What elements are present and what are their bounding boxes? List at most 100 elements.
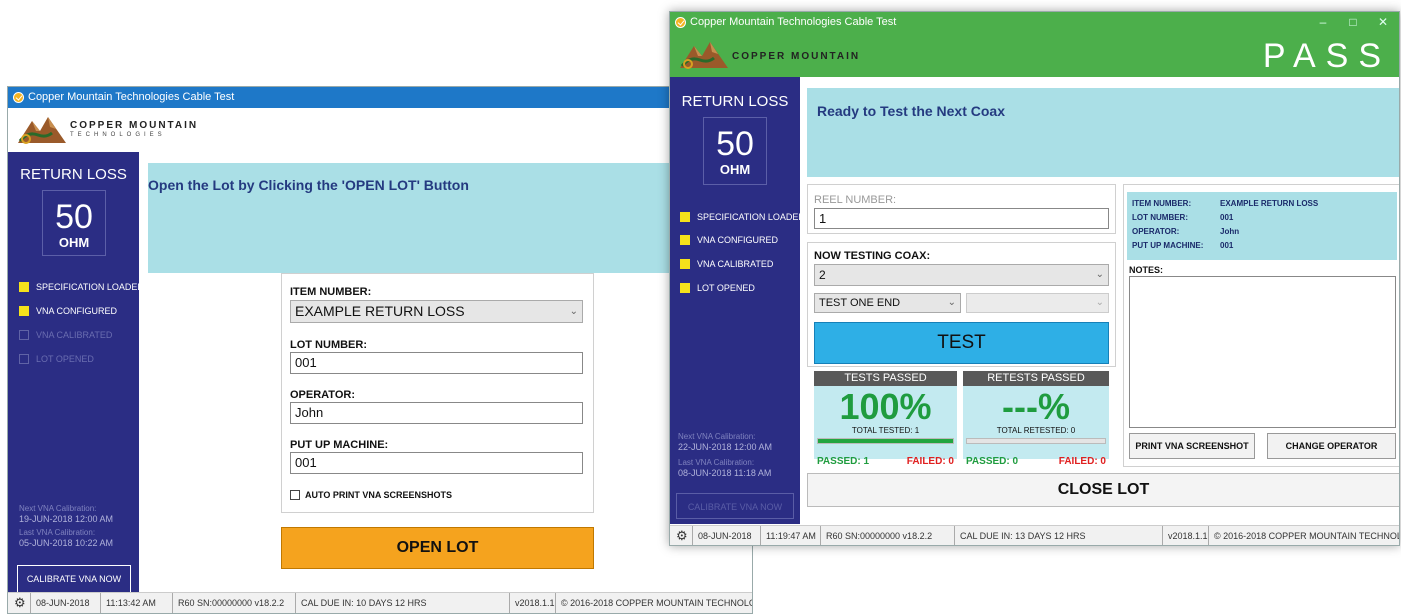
tests-passed-header: TESTS PASSED bbox=[814, 371, 957, 386]
chevron-down-icon[interactable]: ⌄ bbox=[1096, 265, 1104, 285]
reel-number-label: REEL NUMBER: bbox=[814, 194, 897, 206]
window-title: Copper Mountain Technologies Cable Test bbox=[28, 91, 235, 103]
status-cal-due: CAL DUE IN: 10 DAYS 12 HRS bbox=[295, 593, 427, 613]
indicator-off-icon bbox=[19, 330, 29, 340]
status-date: 08-JUN-2018 bbox=[692, 526, 752, 545]
lot-info-row: OPERATOR: John bbox=[1132, 225, 1397, 239]
impedance-box: 50 OHM bbox=[42, 190, 106, 256]
indicator-on-icon bbox=[680, 212, 690, 222]
status-version: v2018.1.1 bbox=[509, 593, 555, 613]
gear-icon[interactable]: ⚙ bbox=[14, 596, 26, 609]
retests-passed-panel: RETESTS PASSED ---% TOTAL RETESTED: 0 PA… bbox=[963, 371, 1109, 467]
tests-progress-bar bbox=[817, 438, 954, 444]
status-cal-due: CAL DUE IN: 13 DAYS 12 HRS bbox=[954, 526, 1086, 545]
close-icon[interactable]: ✕ bbox=[1369, 12, 1397, 33]
status-copyright: © 2016-2018 COPPER MOUNTAIN TECHNOLOGIES bbox=[1208, 526, 1399, 545]
sidebar: RETURN LOSS 50 OHM SPECIFICATION LOADED … bbox=[670, 77, 805, 524]
reel-number-input[interactable]: 1 bbox=[814, 208, 1109, 229]
status-copyright: © 2016-2018 COPPER MOUNTAIN TECHNOLOGIES bbox=[555, 593, 752, 613]
chevron-down-icon: ⌄ bbox=[569, 306, 578, 317]
print-vna-screenshot-button[interactable]: PRINT VNA SCREENSHOT bbox=[1129, 433, 1255, 459]
retest-passed-count: PASSED: 0 bbox=[966, 456, 1019, 467]
brand-name: COPPER MOUNTAIN bbox=[732, 51, 861, 62]
secondary-select[interactable]: ⌄ bbox=[966, 293, 1109, 313]
lot-info-value: John bbox=[1220, 227, 1240, 236]
notes-textarea[interactable] bbox=[1129, 276, 1396, 428]
indicator-off-icon bbox=[19, 354, 29, 364]
cable-test-window: Copper Mountain Technologies Cable Test … bbox=[669, 11, 1400, 546]
lot-number-input[interactable]: 001 bbox=[290, 352, 583, 374]
next-calibration: Next VNA Calibration: 19-JUN-2018 12:00 … bbox=[19, 504, 114, 524]
operator-label: OPERATOR: bbox=[290, 389, 355, 401]
last-calibration: Last VNA Calibration: 08-JUN-2018 11:18 … bbox=[678, 458, 772, 478]
sidebar: RETURN LOSS 50 OHM SPECIFICATION LOADED … bbox=[8, 152, 144, 593]
passed-count: PASSED: 1 bbox=[817, 456, 870, 467]
auto-print-checkbox[interactable] bbox=[290, 490, 300, 500]
calibrate-vna-button[interactable]: CALIBRATE VNA NOW bbox=[17, 565, 131, 593]
brand-subtitle: TECHNOLOGIES bbox=[70, 132, 166, 138]
instruction-banner: Open the Lot by Clicking the 'OPEN LOT' … bbox=[148, 163, 752, 273]
lot-info-key: OPERATOR: bbox=[1132, 227, 1180, 236]
now-testing-label: NOW TESTING COAX: bbox=[814, 250, 931, 262]
lot-info-value: 001 bbox=[1220, 213, 1234, 222]
impedance-value: 50 bbox=[55, 198, 93, 236]
status-device: R60 SN:00000000 v18.2.2 bbox=[172, 593, 284, 613]
lot-info-value: 001 bbox=[1220, 241, 1234, 250]
instruction-banner: Ready to Test the Next Coax bbox=[807, 88, 1399, 177]
impedance-unit: OHM bbox=[719, 162, 751, 177]
chevron-down-icon[interactable]: ⌄ bbox=[948, 294, 956, 312]
auto-print-label: AUTO PRINT VNA SCREENSHOTS bbox=[305, 490, 453, 500]
lot-number-label: LOT NUMBER: bbox=[290, 339, 367, 351]
minimize-icon[interactable]: – bbox=[1309, 12, 1337, 33]
test-button[interactable]: TEST bbox=[814, 322, 1109, 364]
indicator-on-icon bbox=[680, 283, 690, 293]
notes-label: NOTES: bbox=[1129, 265, 1164, 275]
close-lot-button[interactable]: CLOSE LOT bbox=[807, 473, 1399, 507]
copper-mountain-logo-icon bbox=[678, 38, 730, 72]
lot-info-key: ITEM NUMBER: bbox=[1132, 199, 1192, 208]
status-bar: ⚙ 08-JUN-2018 11:13:42 AM R60 SN:0000000… bbox=[8, 592, 752, 613]
status-bar: ⚙ 08-JUN-2018 11:19:47 AM R60 SN:0000000… bbox=[670, 525, 1399, 545]
indicator-on-icon bbox=[19, 306, 29, 316]
status-time: 11:13:42 AM bbox=[100, 593, 156, 613]
status-time: 11:19:47 AM bbox=[760, 526, 816, 545]
tests-passed-percent: 100% bbox=[839, 386, 932, 427]
open-lot-button[interactable]: OPEN LOT bbox=[281, 527, 594, 569]
test-mode-select[interactable]: TEST ONE END ⌄ bbox=[814, 293, 961, 313]
app-icon bbox=[675, 17, 686, 28]
maximize-icon[interactable]: □ bbox=[1339, 12, 1367, 33]
lot-info-row: ITEM NUMBER: EXAMPLE RETURN LOSS bbox=[1132, 197, 1397, 211]
item-number-select[interactable]: EXAMPLE RETURN LOSS ⌄ bbox=[290, 300, 583, 323]
logo-bar: COPPER MOUNTAIN PASS bbox=[670, 33, 1399, 77]
item-number-label: ITEM NUMBER: bbox=[290, 286, 372, 298]
now-testing-select[interactable]: 2 ⌄ bbox=[814, 264, 1109, 286]
put-up-machine-label: PUT UP MACHINE: bbox=[290, 439, 389, 451]
indicator-on-icon bbox=[19, 282, 29, 292]
operator-input[interactable]: John bbox=[290, 402, 583, 424]
total-tested: TOTAL TESTED: 1 bbox=[851, 426, 920, 435]
put-up-machine-input[interactable]: 001 bbox=[290, 452, 583, 474]
pass-result: PASS bbox=[1262, 37, 1391, 75]
status-date: 08-JUN-2018 bbox=[30, 593, 90, 613]
calibrate-vna-button[interactable]: CALIBRATE VNA NOW bbox=[676, 493, 794, 519]
lot-info-row: PUT UP MACHINE: 001 bbox=[1132, 239, 1397, 253]
status-device: R60 SN:00000000 v18.2.2 bbox=[820, 526, 932, 545]
copper-mountain-logo-icon bbox=[16, 113, 68, 147]
gear-icon[interactable]: ⚙ bbox=[676, 529, 688, 542]
impedance-value: 50 bbox=[716, 125, 754, 163]
change-operator-button[interactable]: CHANGE OPERATOR bbox=[1267, 433, 1396, 459]
lot-info-value: EXAMPLE RETURN LOSS bbox=[1220, 199, 1319, 208]
lot-info-panel: ITEM NUMBER: EXAMPLE RETURN LOSS LOT NUMBE… bbox=[1127, 192, 1397, 260]
chevron-down-icon[interactable]: ⌄ bbox=[1096, 294, 1104, 312]
last-calibration: Last VNA Calibration: 05-JUN-2018 10:22 … bbox=[19, 528, 114, 548]
retests-passed-percent: ---% bbox=[1002, 386, 1070, 427]
lot-info-row: LOT NUMBER: 001 bbox=[1132, 211, 1397, 225]
next-calibration: Next VNA Calibration: 22-JUN-2018 12:00 … bbox=[678, 432, 773, 452]
impedance-box: 50 OHM bbox=[703, 117, 767, 185]
lot-info-key: LOT NUMBER: bbox=[1132, 213, 1188, 222]
retests-progress-bar bbox=[966, 438, 1106, 444]
logo-bar: COPPER MOUNTAIN TECHNOLOGIES bbox=[8, 108, 752, 152]
lot-info-key: PUT UP MACHINE: bbox=[1132, 241, 1204, 250]
window-title: Copper Mountain Technologies Cable Test bbox=[690, 16, 897, 28]
failed-count: FAILED: 0 bbox=[906, 456, 954, 467]
